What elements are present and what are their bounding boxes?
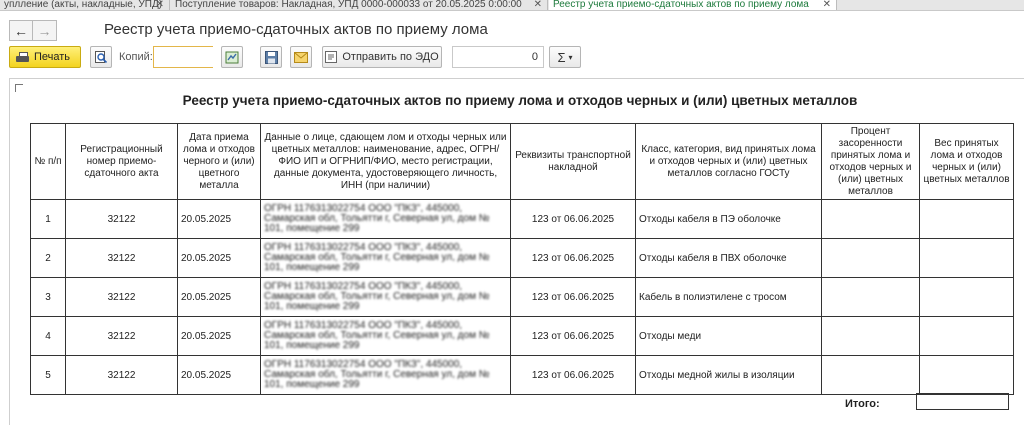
cell-date: 20.05.2025 [177,199,261,239]
save-button[interactable] [260,46,282,68]
tab-label: Реестр учета приемо-сдаточных актов по п… [553,0,809,10]
document-title: Реестр учета приемо-сдаточных актов по п… [182,93,858,108]
cell-date: 20.05.2025 [177,355,261,395]
send-edo-button[interactable]: Отправить по ЭДО [322,46,442,68]
page-settings-button[interactable] [221,46,243,68]
chevron-down-icon: ▾ [568,52,573,62]
cell-number: 5 [30,355,66,395]
cell-reg-number: 32122 [65,355,178,395]
cell-waybill: 123 от 06.06.2025 [510,238,636,278]
cell-person-redacted: ОГРН 1176313022754 ООО "ПКЗ", 445000, Са… [260,238,511,278]
table-header-row: № п/п Регистрационный номер приемо-сдато… [30,123,1014,200]
sigma-icon: Σ [557,49,566,65]
cell-class: Отходы кабеля в ПВХ оболочке [635,238,822,278]
page-corner-mark [15,84,23,92]
cell-person-redacted: ОГРН 1176313022754 ООО "ПКЗ", 445000, Са… [260,199,511,239]
tab-label: уплление (акты, накладные, УПД) [4,0,163,10]
history-nav: ← → [9,20,57,42]
column-header: № п/п [30,123,66,200]
preview-icon [95,51,108,64]
column-header: Вес принятых лома и отходов черных и (ил… [919,123,1014,200]
cell-number: 2 [30,238,66,278]
table-row[interactable]: 4 32122 20.05.2025 ОГРН 1176313022754 ОО… [30,316,1014,356]
cell-person-redacted: ОГРН 1176313022754 ООО "ПКЗ", 445000, Са… [260,277,511,317]
column-header: Дата приема лома и отходов черного и (ил… [177,123,261,200]
cell-date: 20.05.2025 [177,316,261,356]
tab-receipt[interactable]: Поступление товаров: Накладная, УПД 0000… [171,0,548,10]
sum-field[interactable]: 0 [452,46,544,68]
back-button[interactable]: ← [9,20,33,41]
close-icon[interactable]: ✕ [534,0,542,10]
cell-class: Отходы меди [635,316,822,356]
email-icon [294,51,308,63]
copies-label: Копий: [119,51,153,63]
save-icon [264,50,278,64]
printer-icon [16,51,29,63]
cell-date: 20.05.2025 [177,238,261,278]
cell-waybill: 123 от 06.06.2025 [510,199,636,239]
print-button[interactable]: Печать [9,46,81,68]
cell-percent [821,277,920,317]
tab-label: Поступление товаров: Накладная, УПД 0000… [175,0,522,10]
cell-weight [919,355,1014,395]
tab-register[interactable]: Реестр учета приемо-сдаточных актов по п… [549,0,837,10]
tab-strip: уплление (акты, накладные, УПД) ✕ Поступ… [0,0,1024,11]
cell-weight [919,316,1014,356]
cell-weight [919,199,1014,239]
preview-button[interactable] [90,46,112,68]
cell-class: Отходы медной жилы в изоляции [635,355,822,395]
cell-percent [821,316,920,356]
cell-percent [821,355,920,395]
close-icon[interactable]: ✕ [156,0,164,10]
total-weight-cell [916,393,1009,410]
cell-percent [821,199,920,239]
arrow-left-icon: ← [14,22,28,39]
cell-waybill: 123 от 06.06.2025 [510,277,636,317]
cell-number: 4 [30,316,66,356]
cell-weight [919,277,1014,317]
total-label: Итого: [845,398,880,410]
edo-icon [325,51,338,63]
page-settings-icon [225,51,239,63]
table-row[interactable]: 3 32122 20.05.2025 ОГРН 1176313022754 ОО… [30,277,1014,317]
cell-date: 20.05.2025 [177,277,261,317]
print-label: Печать [34,51,71,63]
cell-waybill: 123 от 06.06.2025 [510,355,636,395]
print-toolbar: Печать Копий: ▲ ▼ [0,46,1024,70]
close-icon[interactable]: ✕ [823,0,831,10]
cell-weight [919,238,1014,278]
copies-field[interactable]: ▲ ▼ [153,46,307,68]
cell-number: 3 [30,277,66,317]
arrow-right-icon: → [37,22,52,39]
cell-reg-number: 32122 [65,199,178,239]
cell-percent [821,238,920,278]
send-edo-label: Отправить по ЭДО [342,51,439,63]
column-header: Класс, категория, вид принятых лома и от… [635,123,822,200]
table-row[interactable]: 2 32122 20.05.2025 ОГРН 1176313022754 ОО… [30,238,1014,278]
column-header: Процент засоренности принятых лома и отх… [821,123,920,200]
cell-reg-number: 32122 [65,277,178,317]
cell-number: 1 [30,199,66,239]
column-header: Реквизиты транспортной накладной [510,123,636,200]
cell-reg-number: 32122 [65,238,178,278]
sum-mode-button[interactable]: Σ ▾ [549,46,581,68]
column-header: Регистрационный номер приемо-сдаточного … [65,123,178,200]
cell-reg-number: 32122 [65,316,178,356]
register-table: № п/п Регистрационный номер приемо-сдато… [30,123,1014,395]
cell-class: Кабель в полиэтилене с тросом [635,277,822,317]
cell-waybill: 123 от 06.06.2025 [510,316,636,356]
cell-person-redacted: ОГРН 1176313022754 ООО "ПКЗ", 445000, Са… [260,316,511,356]
column-header: Данные о лице, сдающем лом и отходы черн… [260,123,511,200]
email-button[interactable] [290,46,312,68]
cell-person-redacted: ОГРН 1176313022754 ООО "ПКЗ", 445000, Са… [260,355,511,395]
page-title: Реестр учета приемо-сдаточных актов по п… [104,21,488,38]
tab-acts[interactable]: уплление (акты, накладные, УПД) ✕ [0,0,170,10]
forward-button[interactable]: → [33,20,57,41]
table-row[interactable]: 1 32122 20.05.2025 ОГРН 1176313022754 ОО… [30,199,1014,239]
cell-class: Отходы кабеля в ПЭ оболочке [635,199,822,239]
table-row[interactable]: 5 32122 20.05.2025 ОГРН 1176313022754 ОО… [30,355,1014,395]
